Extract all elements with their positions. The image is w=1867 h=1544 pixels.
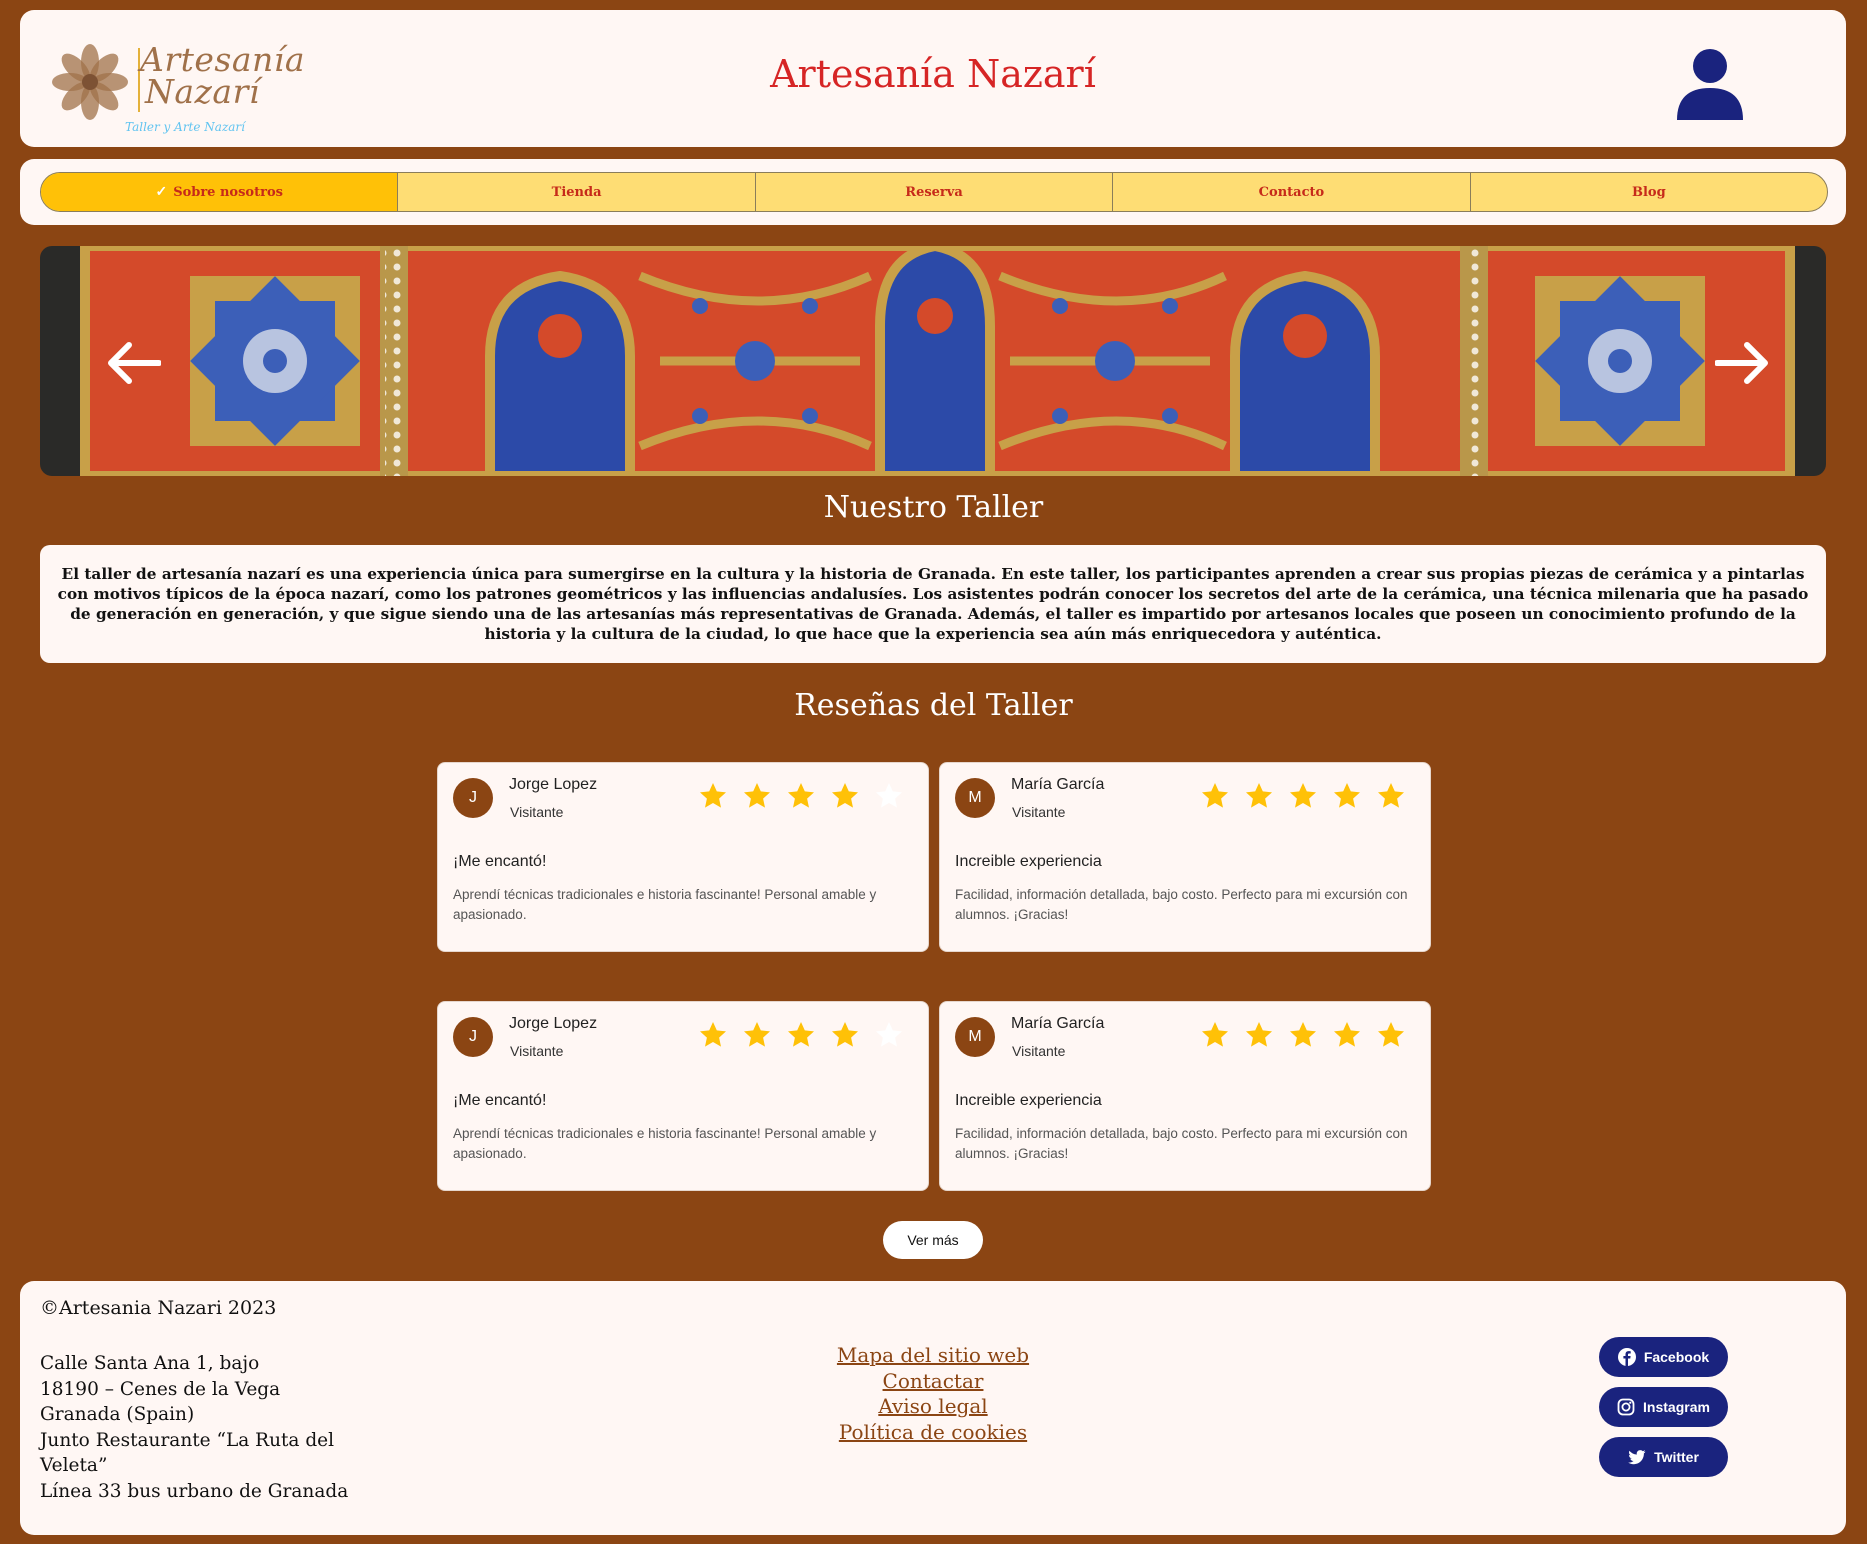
footer-links: Mapa del sitio web Contactar Aviso legal…: [20, 1343, 1846, 1445]
star-rating: [698, 1020, 904, 1050]
link-aviso-legal[interactable]: Aviso legal: [20, 1394, 1846, 1420]
logo-subtitle: Taller y Arte Nazarí: [125, 120, 245, 134]
nav-item-contacto[interactable]: Contacto: [1112, 173, 1469, 211]
site-title: Artesanía Nazarí: [770, 52, 1096, 96]
review-text: Aprendí técnicas tradicionales e histori…: [453, 887, 877, 922]
avatar: M: [955, 778, 995, 818]
star-filled-icon: [788, 783, 814, 808]
instagram-button[interactable]: Instagram: [1599, 1387, 1728, 1427]
star-filled-icon: [1202, 783, 1228, 808]
star-rating: [1200, 781, 1406, 811]
address-line: Veleta”: [40, 1455, 108, 1476]
check-icon: ✓: [155, 184, 168, 200]
copyright: ©Artesania Nazari 2023: [40, 1297, 277, 1319]
ver-mas-button[interactable]: Ver más: [883, 1221, 983, 1259]
nav-item-sobre-nosotros[interactable]: ✓ Sobre nosotros: [41, 173, 398, 211]
user-account-icon[interactable]: [1675, 48, 1745, 120]
link-politica-cookies[interactable]: Política de cookies: [20, 1420, 1846, 1446]
star-filled-icon: [1290, 1022, 1316, 1047]
review-card: J Jorge Lopez Visitante ¡Me encantó! Apr…: [437, 1001, 929, 1191]
star-filled-icon: [744, 783, 770, 808]
nav-item-tienda[interactable]: Tienda: [397, 173, 754, 211]
nav-item-blog[interactable]: Blog: [1469, 173, 1827, 211]
review-heading: Increible experiencia: [955, 1092, 1102, 1109]
star-filled-icon: [1290, 783, 1316, 808]
review-heading: Increible experiencia: [955, 853, 1102, 870]
reviewer-role: Visitante: [1012, 804, 1066, 820]
review-text: Aprendí técnicas tradicionales e histori…: [453, 1126, 877, 1161]
facebook-button[interactable]: Facebook: [1599, 1337, 1728, 1377]
reviewer-name: Jorge Lopez: [509, 776, 598, 793]
nav-label: Reserva: [905, 184, 963, 200]
star-rating: [1200, 1020, 1406, 1050]
nav-label: Tienda: [551, 184, 602, 200]
avatar: M: [955, 1017, 995, 1057]
star-empty-icon: [876, 1022, 902, 1047]
star-filled-icon: [1246, 1022, 1272, 1047]
avatar: J: [453, 778, 493, 818]
about-text: El taller de artesanía nazarí es una exp…: [57, 565, 1809, 643]
star-filled-icon: [832, 1022, 858, 1047]
carousel-image: [40, 246, 1826, 476]
star-filled-icon: [1334, 783, 1360, 808]
avatar: J: [453, 1017, 493, 1057]
star-filled-icon: [700, 1022, 726, 1047]
nav-label: Sobre nosotros: [173, 184, 283, 200]
reviewer-name: Jorge Lopez: [509, 1015, 598, 1032]
section-title-reviews: Reseñas del Taller: [794, 688, 1073, 723]
reviewer-role: Visitante: [510, 1043, 564, 1059]
nav-container: ✓ Sobre nosotros Tienda Reserva Contacto …: [20, 159, 1846, 225]
reviewer-name: María García: [1011, 1015, 1105, 1032]
review-card: J Jorge Lopez Visitante ¡Me encantó! Apr…: [437, 762, 929, 952]
star-filled-icon: [832, 783, 858, 808]
social-label: Twitter: [1654, 1449, 1699, 1465]
site-footer: ©Artesania Nazari 2023 Calle Santa Ana 1…: [20, 1281, 1846, 1535]
star-rating: [698, 781, 904, 811]
star-filled-icon: [788, 1022, 814, 1047]
nav-label: Contacto: [1258, 184, 1325, 200]
star-filled-icon: [1378, 783, 1404, 808]
review-heading: ¡Me encantó!: [453, 853, 547, 870]
star-filled-icon: [744, 1022, 770, 1047]
twitter-icon: [1628, 1450, 1646, 1465]
section-title-taller: Nuestro Taller: [823, 490, 1044, 525]
social-label: Facebook: [1643, 1349, 1710, 1365]
facebook-icon: [1617, 1348, 1636, 1366]
star-filled-icon: [700, 783, 726, 808]
review-text: Facilidad, información detallada, bajo c…: [955, 887, 1408, 922]
twitter-button[interactable]: Twitter: [1599, 1437, 1728, 1477]
social-label: Instagram: [1643, 1399, 1710, 1415]
review-card: M María García Visitante Increible exper…: [939, 762, 1431, 952]
site-header: Artesanía Nazarí Taller y Arte Nazarí Ar…: [20, 10, 1846, 147]
star-filled-icon: [1378, 1022, 1404, 1047]
star-filled-icon: [1334, 1022, 1360, 1047]
main-nav: ✓ Sobre nosotros Tienda Reserva Contacto …: [40, 172, 1828, 212]
carousel-next-arrow-icon[interactable]: [1715, 341, 1771, 385]
reviewer-name: María García: [1011, 776, 1105, 793]
review-heading: ¡Me encantó!: [453, 1092, 547, 1109]
review-card: M María García Visitante Increible exper…: [939, 1001, 1431, 1191]
reviewer-role: Visitante: [510, 804, 564, 820]
star-filled-icon: [1202, 1022, 1228, 1047]
nav-item-reserva[interactable]: Reserva: [754, 173, 1112, 211]
hero-carousel: [40, 246, 1826, 476]
link-contactar[interactable]: Contactar: [20, 1369, 1846, 1395]
carousel-prev-arrow-icon[interactable]: [105, 341, 161, 385]
nav-label: Blog: [1631, 184, 1666, 200]
address-line: Línea 33 bus urbano de Granada: [40, 1480, 349, 1502]
reviewer-role: Visitante: [1012, 1043, 1066, 1059]
instagram-icon: [1617, 1398, 1635, 1416]
about-box: El taller de artesanía nazarí es una exp…: [40, 545, 1826, 663]
review-text: Facilidad, información detallada, bajo c…: [955, 1126, 1408, 1161]
link-mapa-sitio[interactable]: Mapa del sitio web: [20, 1343, 1846, 1369]
star-empty-icon: [876, 783, 902, 808]
star-filled-icon: [1246, 783, 1272, 808]
